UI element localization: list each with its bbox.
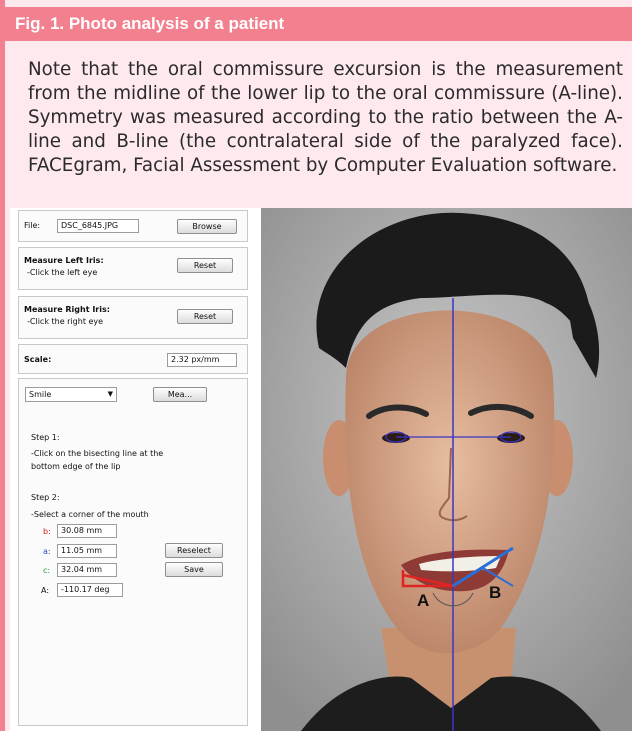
- patient-photo: A B: [261, 208, 632, 731]
- chevron-down-icon: ▼: [107, 390, 113, 398]
- mode-selected: Smile: [29, 390, 52, 399]
- browse-button[interactable]: Browse: [177, 219, 237, 234]
- scale-field[interactable]: 2.32 px/mm: [167, 353, 237, 367]
- step2-line1: -Select a corner of the mouth: [31, 510, 149, 519]
- scale-section: Scale: 2.32 px/mm: [18, 344, 248, 374]
- file-section: File: DSC_6845.JPG Browse: [18, 210, 248, 242]
- right-iris-hint: -Click the right eye: [27, 317, 104, 326]
- left-iris-title: Measure Left Iris:: [24, 256, 104, 265]
- reset-right-iris-button[interactable]: Reset: [177, 309, 233, 324]
- patient-face-illustration: A B: [261, 208, 632, 731]
- label-a: A: [417, 591, 429, 610]
- left-iris-hint: -Click the left eye: [27, 268, 98, 277]
- file-label: File:: [24, 221, 41, 230]
- step1-title: Step 1:: [31, 433, 60, 442]
- figure-title: Fig. 1. Photo analysis of a patient: [15, 14, 285, 33]
- reset-left-iris-button[interactable]: Reset: [177, 258, 233, 273]
- figure-caption: Note that the oral commissure excursion …: [28, 59, 623, 176]
- mode-select[interactable]: Smile ▼: [25, 387, 117, 402]
- file-name-field[interactable]: DSC_6845.JPG: [57, 219, 139, 233]
- measure-button[interactable]: Mea...: [153, 387, 207, 402]
- angle-field[interactable]: -110.17 deg: [57, 583, 123, 597]
- b-measure-label: b:: [43, 527, 51, 536]
- figure-image: File: DSC_6845.JPG Browse Measure Left I…: [10, 208, 632, 731]
- step1-line1: -Click on the bisecting line at the: [31, 449, 164, 458]
- reselect-button[interactable]: Reselect: [165, 543, 223, 558]
- step2-title: Step 2:: [31, 493, 60, 502]
- right-iris-title: Measure Right Iris:: [24, 305, 110, 314]
- label-b: B: [489, 583, 501, 602]
- b-measure-field[interactable]: 30.08 mm: [57, 524, 117, 538]
- figure-title-bar: Fig. 1. Photo analysis of a patient: [5, 7, 632, 41]
- angle-label: A:: [41, 586, 50, 595]
- measure-section: Smile ▼ Mea... Step 1: -Click on the bis…: [18, 378, 248, 726]
- right-iris-section: Measure Right Iris: -Click the right eye…: [18, 296, 248, 339]
- facegram-panel: File: DSC_6845.JPG Browse Measure Left I…: [18, 208, 257, 728]
- a-measure-field[interactable]: 11.05 mm: [57, 544, 117, 558]
- figure-container: Fig. 1. Photo analysis of a patient Note…: [0, 0, 632, 731]
- left-iris-section: Measure Left Iris: -Click the left eye R…: [18, 247, 248, 290]
- scale-label: Scale:: [24, 355, 52, 364]
- a-measure-label: a:: [43, 547, 51, 556]
- c-measure-label: c:: [43, 566, 51, 575]
- c-measure-field[interactable]: 32.04 mm: [57, 563, 117, 577]
- save-button[interactable]: Save: [165, 562, 223, 577]
- step1-line2: bottom edge of the lip: [31, 462, 121, 471]
